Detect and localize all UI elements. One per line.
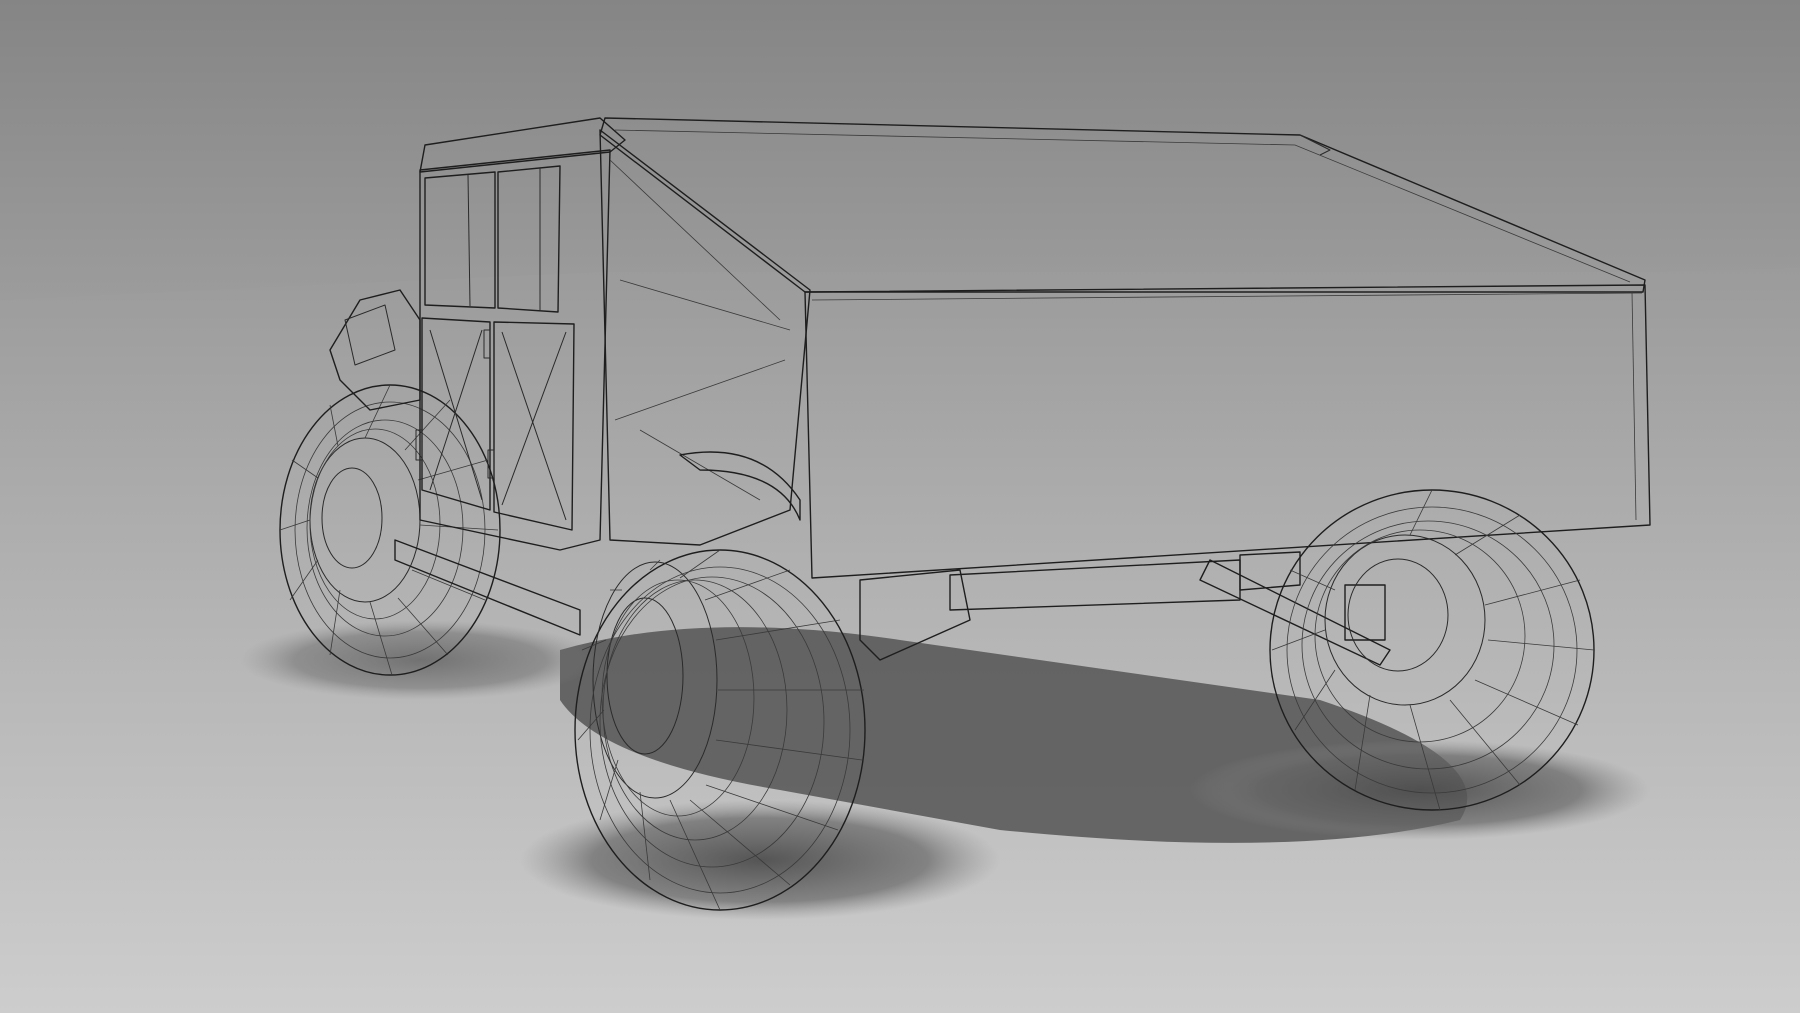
render-viewport [0,0,1800,1013]
backdrop-wall [0,0,1800,300]
